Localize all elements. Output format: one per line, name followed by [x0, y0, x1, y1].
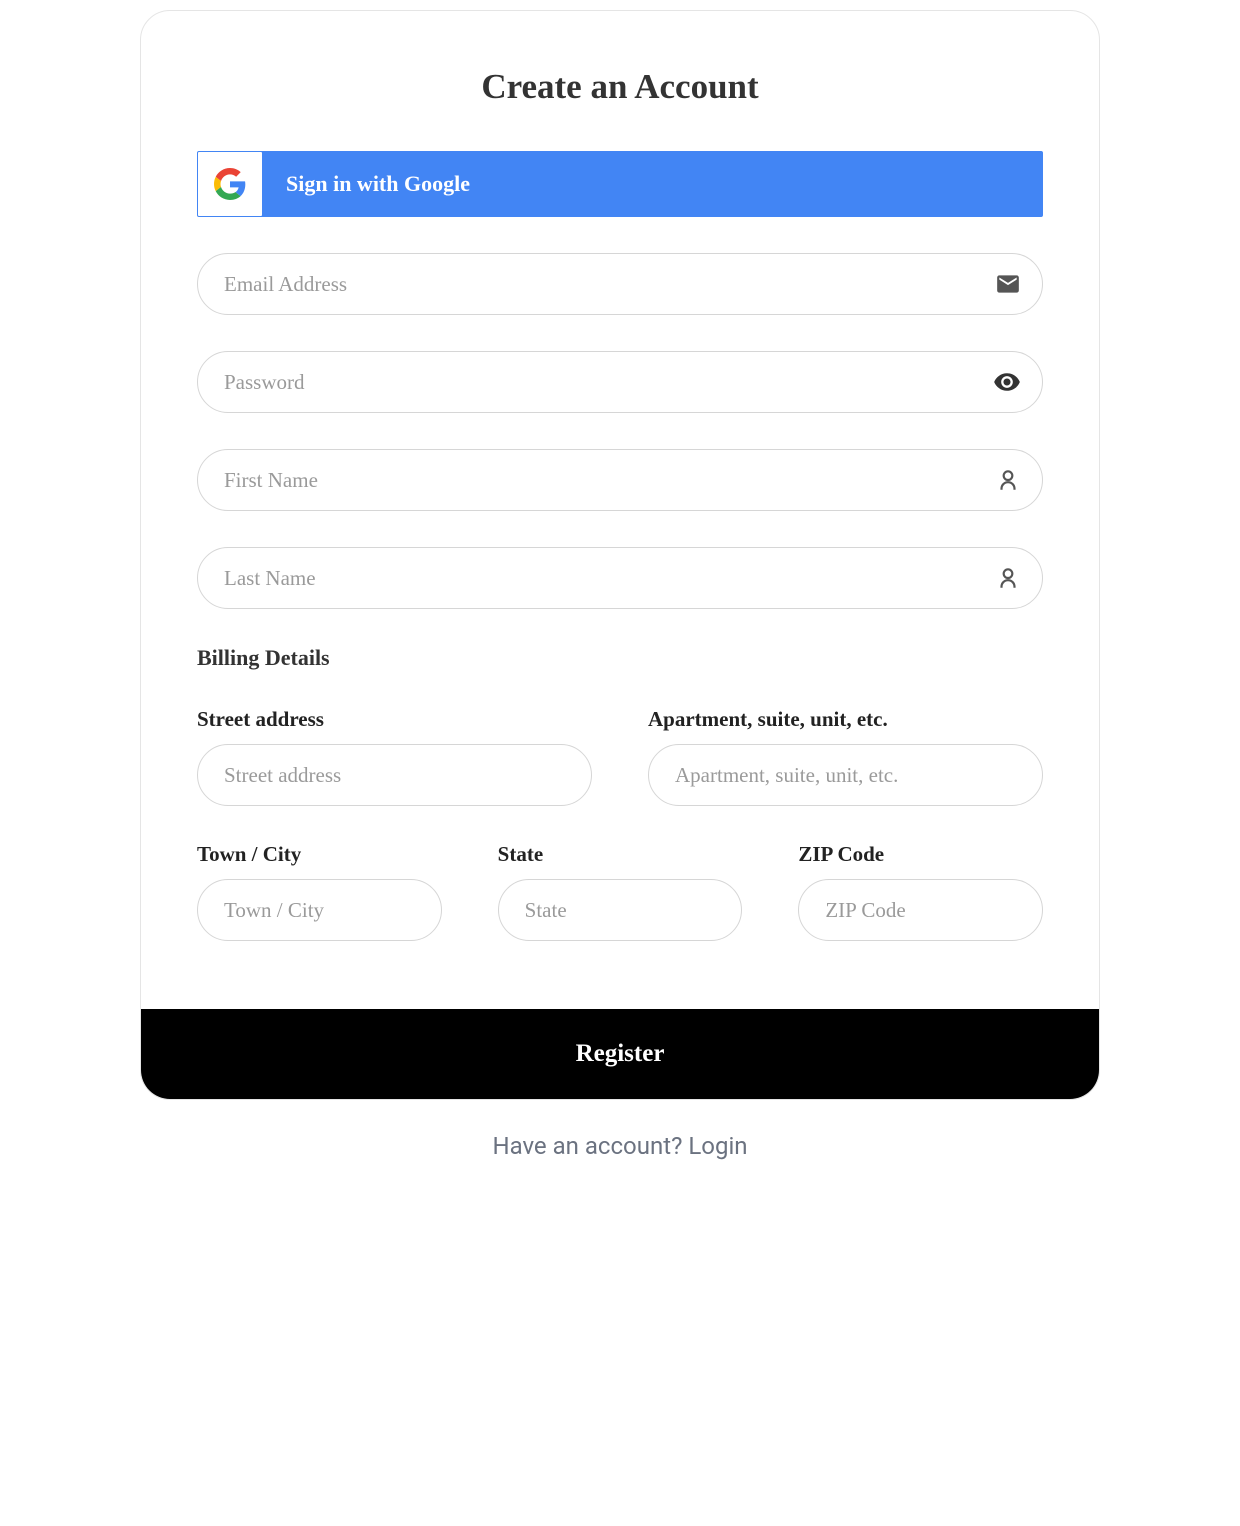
login-link[interactable]: Have an account? Login	[10, 1132, 1230, 1160]
card-body: Create an Account Sign in with Google	[141, 11, 1099, 1009]
email-icon	[995, 271, 1021, 297]
apt-field[interactable]	[648, 744, 1043, 806]
password-field-wrapper	[197, 351, 1043, 413]
register-button[interactable]: Register	[141, 1009, 1099, 1099]
first-name-field-wrapper	[197, 449, 1043, 511]
zip-field[interactable]	[798, 879, 1043, 941]
google-signin-button[interactable]: Sign in with Google	[197, 151, 1043, 217]
email-field[interactable]	[197, 253, 1043, 315]
person-icon	[995, 467, 1021, 493]
page-title: Create an Account	[197, 67, 1043, 107]
street-field[interactable]	[197, 744, 592, 806]
zip-col: ZIP Code	[798, 842, 1043, 941]
google-button-label: Sign in with Google	[262, 171, 1042, 197]
street-col: Street address	[197, 707, 592, 806]
city-field[interactable]	[197, 879, 442, 941]
billing-row-2: Town / City State ZIP Code	[197, 842, 1043, 941]
last-name-field-wrapper	[197, 547, 1043, 609]
password-field[interactable]	[197, 351, 1043, 413]
apt-col: Apartment, suite, unit, etc.	[648, 707, 1043, 806]
billing-row-1: Street address Apartment, suite, unit, e…	[197, 707, 1043, 806]
city-col: Town / City	[197, 842, 442, 941]
city-label: Town / City	[197, 842, 442, 867]
google-icon	[198, 152, 262, 216]
state-field[interactable]	[498, 879, 743, 941]
email-field-wrapper	[197, 253, 1043, 315]
state-col: State	[498, 842, 743, 941]
apt-label: Apartment, suite, unit, etc.	[648, 707, 1043, 732]
street-label: Street address	[197, 707, 592, 732]
person-icon	[995, 565, 1021, 591]
first-name-field[interactable]	[197, 449, 1043, 511]
billing-heading: Billing Details	[197, 645, 1043, 671]
eye-icon[interactable]	[993, 368, 1021, 396]
state-label: State	[498, 842, 743, 867]
register-card: Create an Account Sign in with Google	[140, 10, 1100, 1100]
zip-label: ZIP Code	[798, 842, 1043, 867]
last-name-field[interactable]	[197, 547, 1043, 609]
